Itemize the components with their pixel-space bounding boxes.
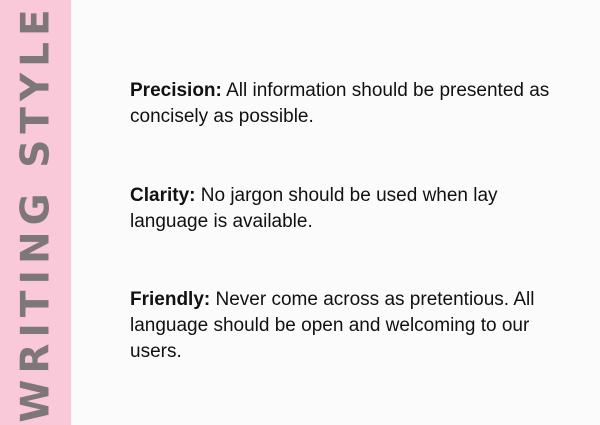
clarity-label: Clarity: <box>130 185 196 206</box>
precision-label: Precision: <box>130 80 222 101</box>
sidebar-band: WRITING STYLE <box>0 0 71 425</box>
precision-item: Precision: All information should be pre… <box>130 78 570 130</box>
friendly-label: Friendly: <box>130 289 211 310</box>
section-title: WRITING STYLE <box>13 3 59 423</box>
friendly-item: Friendly: Never come across as pretentio… <box>130 287 550 365</box>
clarity-item: Clarity: No jargon should be used when l… <box>130 183 570 235</box>
